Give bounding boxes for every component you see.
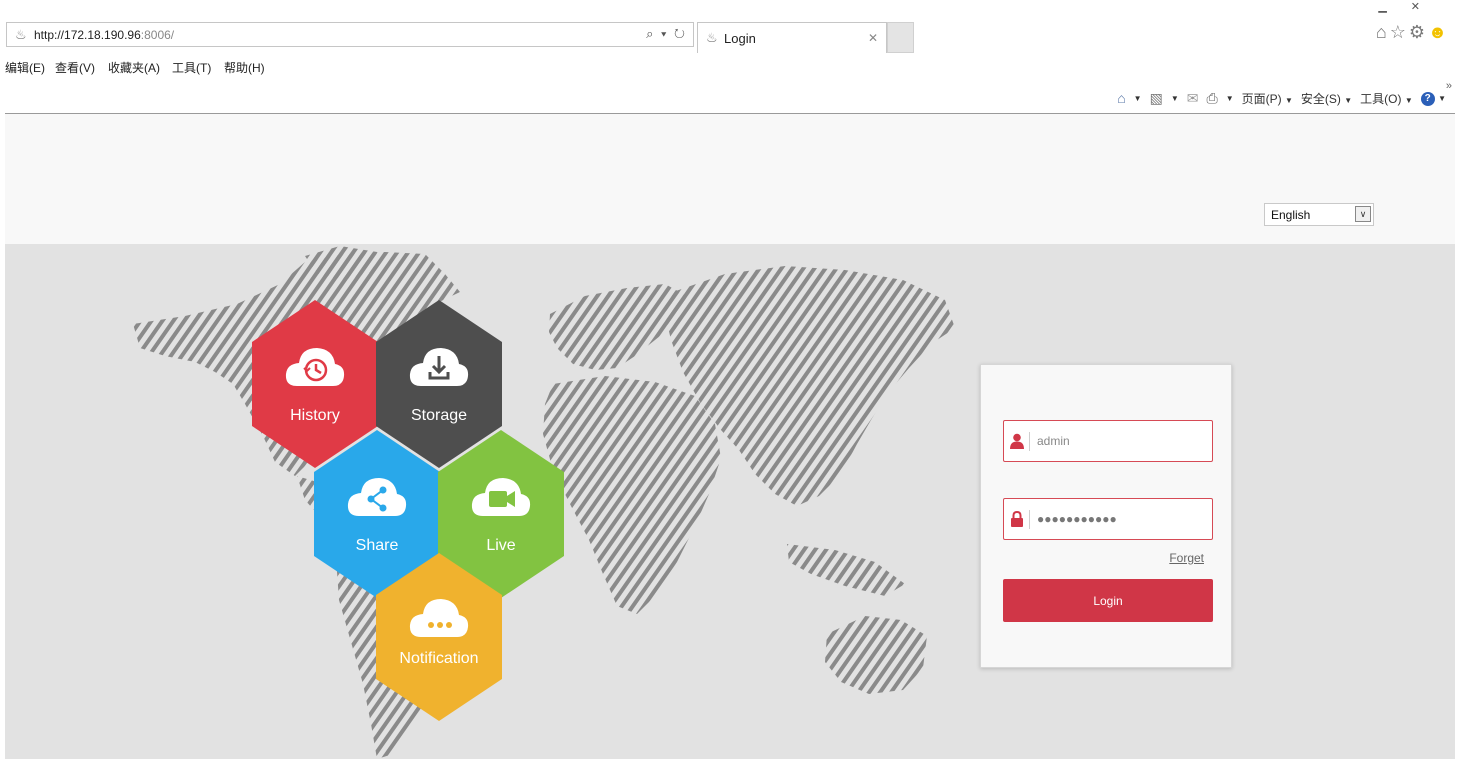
chevron-down-icon[interactable]: ∨ [1355, 206, 1371, 222]
tab-favicon-icon: ♨ [706, 30, 718, 45]
settings-gear-icon[interactable]: ⚙ [1409, 22, 1428, 42]
chevron-down-icon: ▼ [1438, 94, 1446, 103]
chevron-down-icon: ▼ [1404, 95, 1413, 105]
menu-view[interactable]: 查看(V) [55, 59, 95, 76]
command-page-menu[interactable]: 页面(P) ▼ [1242, 90, 1293, 107]
address-url: http://172.18.190.96:8006/ [34, 28, 174, 42]
help-menu[interactable]: ? ▼ [1420, 90, 1446, 106]
history-clock-icon [285, 348, 345, 386]
live-label: Live [486, 537, 516, 554]
login-card: Forget Login [980, 364, 1232, 668]
download-icon [409, 348, 469, 386]
chevron-down-icon: ▼ [1284, 95, 1293, 105]
site-favicon-icon: ♨ [15, 27, 27, 42]
home-dropdown-icon[interactable]: ▼ [1134, 94, 1142, 103]
menu-help[interactable]: 帮助(H) [224, 59, 265, 76]
command-safety-menu[interactable]: 安全(S) ▼ [1301, 90, 1352, 107]
home-icon[interactable]: ⌂ [1376, 22, 1390, 42]
address-bar[interactable]: ♨ http://172.18.190.96:8006/ ⌕ ▾ ↻ [6, 22, 694, 47]
print-dropdown-icon[interactable]: ▼ [1226, 94, 1234, 103]
notification-label: Notification [399, 650, 479, 667]
africa-landmass [543, 376, 721, 614]
menu-favorites[interactable]: 收藏夹(A) [108, 59, 160, 76]
storage-label: Storage [410, 407, 468, 424]
feeds-dropdown-icon[interactable]: ▼ [1171, 94, 1179, 103]
chevron-down-icon: ▼ [1344, 95, 1353, 105]
help-icon: ? [1420, 92, 1435, 106]
mail-icon[interactable]: ✉ [1187, 90, 1199, 107]
menu-edit[interactable]: 编辑(E) [5, 59, 45, 76]
new-tab-button[interactable] [887, 22, 914, 53]
history-label: History [290, 407, 340, 424]
field-separator [1029, 510, 1030, 529]
share-label: Share [355, 537, 399, 554]
forget-password-link[interactable]: Forget [1169, 551, 1204, 565]
share-icon [347, 478, 407, 516]
password-input[interactable] [1037, 509, 1197, 529]
home-page-icon[interactable]: ⌂ [1117, 90, 1125, 106]
field-separator [1029, 432, 1030, 451]
close-tab-icon[interactable]: ✕ [868, 31, 878, 45]
indonesia-landmass [787, 544, 905, 596]
australia-landmass [825, 616, 927, 694]
search-refresh-icon[interactable]: ⌕ ▾ ↻ [646, 26, 687, 42]
favorites-star-icon[interactable]: ☆ [1390, 22, 1409, 42]
command-page-label: 页面(P) [1241, 91, 1282, 106]
ellipsis-icon [409, 599, 469, 637]
url-host: http://172.18.190.96 [34, 28, 141, 42]
command-bar: ⌂ ▼ ▧ ▼ ✉ ⎙ ▼ 页面(P) ▼ 安全(S) ▼ 工具(O) ▼ ? ▼ [1117, 86, 1446, 110]
page-header [5, 114, 1455, 244]
login-page-body: History Storage Share Live Notification … [5, 244, 1455, 759]
password-field[interactable] [1003, 498, 1213, 540]
username-field[interactable] [1003, 420, 1213, 462]
europe-landmass [549, 284, 687, 370]
feedback-smiley-icon[interactable]: ☻ [1428, 22, 1450, 42]
command-safety-label: 安全(S) [1300, 91, 1341, 106]
login-button[interactable]: Login [1003, 579, 1213, 622]
tab-title: Login [724, 31, 756, 46]
command-tools-menu[interactable]: 工具(O) ▼ [1360, 90, 1413, 107]
lock-icon [1011, 511, 1023, 527]
feeds-icon[interactable]: ▧ [1150, 90, 1163, 107]
command-tools-label: 工具(O) [1360, 91, 1402, 106]
window-controls[interactable]: ▁✕ [1378, 0, 1444, 13]
tab-login[interactable]: ♨ Login ✕ [697, 22, 887, 53]
print-icon[interactable]: ⎙ [1206, 90, 1217, 107]
language-value: English [1271, 208, 1311, 222]
browser-right-icons: ⌂☆⚙☻ [1376, 22, 1450, 43]
video-camera-icon [471, 478, 531, 516]
url-port: :8006/ [140, 28, 175, 42]
language-select[interactable]: English ∨ [1264, 203, 1374, 226]
menu-tools[interactable]: 工具(T) [172, 59, 211, 76]
more-chevron-icon[interactable]: » [1446, 80, 1452, 92]
username-input[interactable] [1037, 431, 1197, 451]
browser-toolbar: ♨ http://172.18.190.96:8006/ ⌕ ▾ ↻ ♨ Log… [0, 0, 1460, 55]
user-icon [1010, 433, 1024, 449]
